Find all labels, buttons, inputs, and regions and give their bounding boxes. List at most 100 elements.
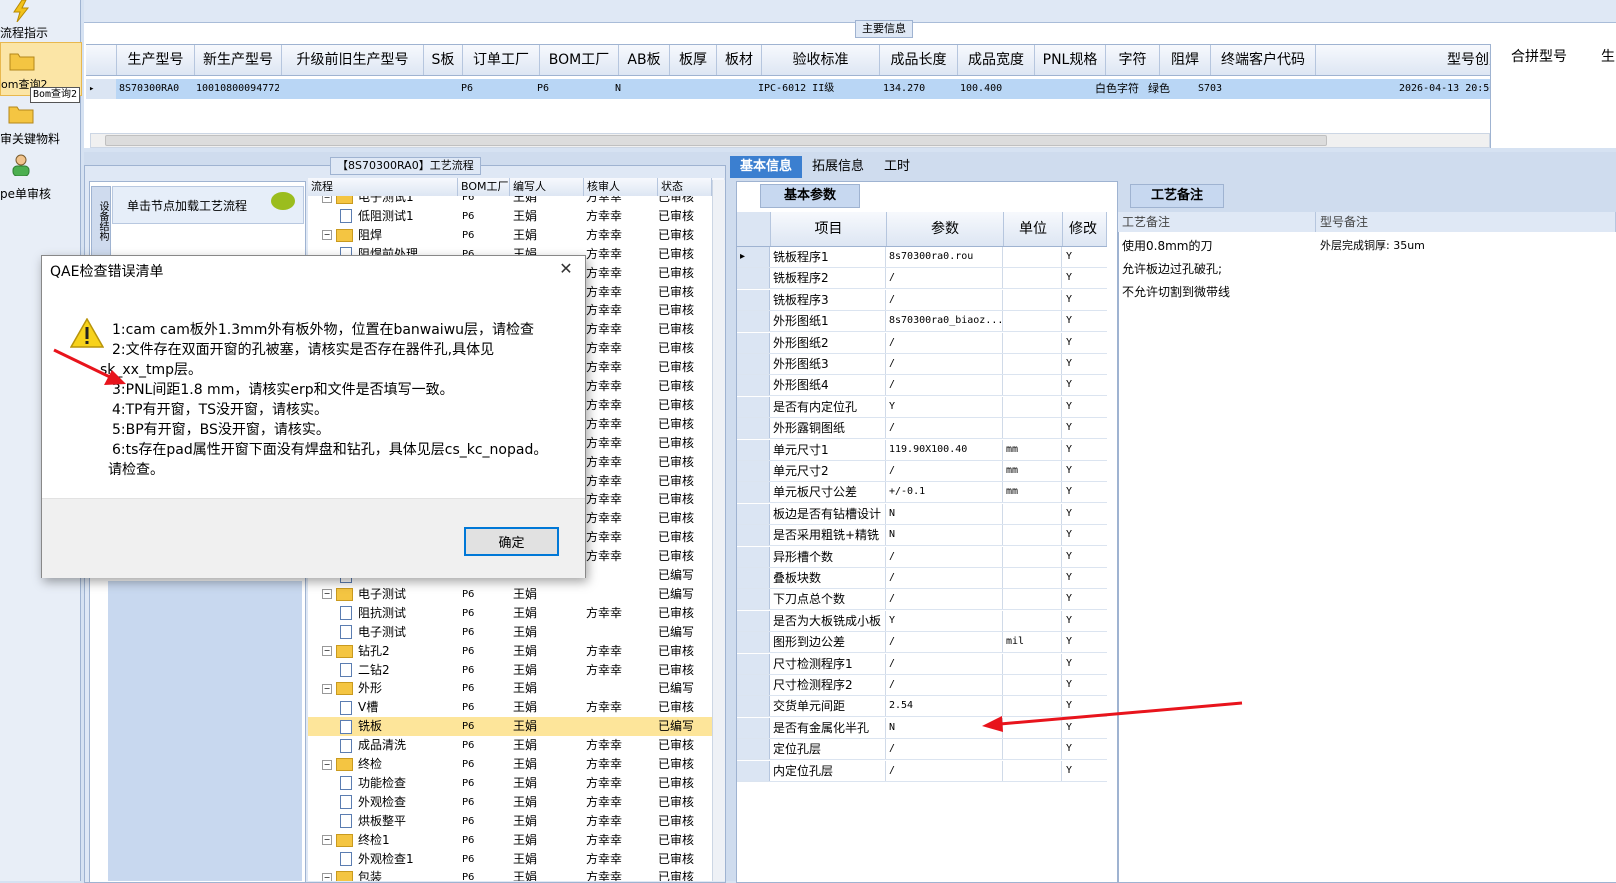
process-name-cell[interactable]: 成品清洗 xyxy=(340,736,406,755)
param-row[interactable]: 定位孔层 / Y xyxy=(737,739,1107,761)
param-modify-cell[interactable]: Y xyxy=(1063,290,1107,310)
param-row[interactable]: 尺寸检测程序2/ Y xyxy=(737,675,1107,696)
param-value-cell[interactable]: 8s70300ra0_biaoz... xyxy=(887,311,1003,332)
param-modify-cell[interactable]: Y xyxy=(1063,525,1107,545)
param-unit-cell[interactable] xyxy=(1004,375,1062,396)
col-header[interactable]: S板 xyxy=(424,45,463,75)
col-header[interactable]: 终端客户代码 xyxy=(1211,45,1316,75)
toolbar-item-flow[interactable]: 流程指示 xyxy=(0,0,80,40)
param-row[interactable]: 板边是否有钻槽设计 N Y xyxy=(737,503,1107,525)
param-value-cell[interactable]: / xyxy=(887,632,1003,653)
process-row[interactable]: 外观检查1 P6 王娟 方幸幸 已审核 xyxy=(308,850,712,869)
main-info-row[interactable]: ▸ 8S70300RA0 10010800094772 P6 P6 N IPC-… xyxy=(86,79,1519,99)
col-header[interactable]: 型号备注 xyxy=(1316,212,1616,232)
param-value-cell[interactable]: / xyxy=(887,332,1003,353)
param-unit-cell[interactable] xyxy=(1004,589,1062,610)
param-row[interactable]: 是否为大板铣成小板 Y Y xyxy=(737,610,1107,632)
collapse-icon[interactable]: − xyxy=(322,646,332,657)
param-row[interactable]: 叠板块数 / Y xyxy=(737,568,1107,589)
col-header[interactable]: 生产型号 xyxy=(117,45,195,75)
process-row[interactable]: − 电子测试 P6 王娟 已编写 xyxy=(308,585,712,604)
process-name-cell[interactable]: − 阻焊 xyxy=(322,226,382,245)
param-modify-cell[interactable]: Y xyxy=(1063,739,1107,759)
param-value-cell[interactable]: Y xyxy=(887,396,1003,417)
row-indicator[interactable] xyxy=(737,439,770,460)
scroll-thumb[interactable] xyxy=(105,135,1327,146)
cell[interactable]: 100.400 xyxy=(946,79,1022,99)
col-header[interactable]: BOM工厂 xyxy=(458,178,510,196)
param-modify-cell[interactable]: Y xyxy=(1063,611,1107,631)
col-header[interactable]: AB板 xyxy=(619,45,670,75)
param-value-cell[interactable]: N xyxy=(887,717,1003,738)
row-indicator[interactable] xyxy=(737,589,770,610)
col-header[interactable]: 验收标准 xyxy=(762,45,880,75)
col-header[interactable]: 状态 xyxy=(658,178,712,196)
param-modify-cell[interactable]: Y xyxy=(1063,247,1107,267)
param-unit-cell[interactable]: mm xyxy=(1004,439,1062,460)
process-name-cell[interactable]: 功能检查 xyxy=(340,774,406,793)
param-value-cell[interactable]: / xyxy=(887,289,1003,310)
col-header[interactable]: 板材 xyxy=(717,45,762,75)
param-value-cell[interactable]: 8s70300ra0.rou xyxy=(887,247,1003,267)
param-unit-cell[interactable] xyxy=(1004,354,1062,374)
param-unit-cell[interactable] xyxy=(1004,653,1062,674)
col-header[interactable]: PNL规格 xyxy=(1035,45,1106,75)
row-indicator[interactable] xyxy=(737,525,770,546)
param-modify-cell[interactable]: Y xyxy=(1063,482,1107,502)
param-row[interactable]: 是否采用粗铣+精铣 N Y xyxy=(737,525,1107,547)
param-value-cell[interactable]: / xyxy=(887,739,1003,760)
param-modify-cell[interactable]: Y xyxy=(1063,311,1107,331)
param-unit-cell[interactable] xyxy=(1004,610,1062,631)
row-indicator[interactable] xyxy=(737,332,770,353)
param-row[interactable]: 下刀点总个数 / Y xyxy=(737,589,1107,611)
param-row[interactable]: 异形槽个数 / Y xyxy=(737,546,1107,568)
col-header[interactable]: 成品宽度 xyxy=(958,45,1035,75)
param-unit-cell[interactable] xyxy=(1004,739,1062,760)
param-value-cell[interactable]: / xyxy=(887,546,1003,567)
param-unit-cell[interactable] xyxy=(1004,311,1062,332)
param-modify-cell[interactable]: Y xyxy=(1063,589,1107,609)
collapse-icon[interactable]: − xyxy=(322,196,332,203)
param-row[interactable]: 尺寸检测程序1/ Y xyxy=(737,653,1107,675)
col-header[interactable]: 板厚 xyxy=(670,45,717,75)
param-unit-cell[interactable]: mm xyxy=(1004,461,1062,481)
param-value-cell[interactable]: / xyxy=(887,653,1003,674)
cell[interactable]: S703 xyxy=(1195,79,1299,99)
process-name-cell[interactable]: − 包装 xyxy=(322,868,382,881)
horizontal-scrollbar[interactable] xyxy=(90,133,1490,148)
side-tab[interactable]: 设备结构 xyxy=(91,186,111,256)
row-selector-icon[interactable]: ▸ xyxy=(86,79,116,99)
row-indicator[interactable] xyxy=(737,610,770,631)
process-name-cell[interactable]: − 外形 xyxy=(322,679,382,698)
collapse-icon[interactable]: − xyxy=(322,230,332,241)
col-header[interactable]: 核审人 xyxy=(584,178,658,196)
param-modify-cell[interactable]: Y xyxy=(1063,461,1107,481)
process-name-cell[interactable]: 电子测试 xyxy=(340,623,406,642)
param-modify-cell[interactable]: Y xyxy=(1063,397,1107,417)
param-row[interactable]: 外形图纸2/ Y xyxy=(737,332,1107,354)
row-indicator[interactable] xyxy=(737,546,770,567)
row-indicator[interactable] xyxy=(737,696,770,717)
param-value-cell[interactable]: N xyxy=(887,503,1003,524)
cell[interactable]: IPC-6012 II级 xyxy=(752,79,869,99)
row-indicator[interactable]: ▸ xyxy=(737,247,770,267)
process-name-cell[interactable]: 低阻测试1 xyxy=(340,207,414,226)
process-row[interactable]: − 阻焊 P6 王娟 方幸幸 已审核 xyxy=(308,226,712,245)
param-unit-cell[interactable] xyxy=(1004,717,1062,738)
param-row[interactable]: 外形图纸1 8s70300ra0_biaoz... Y xyxy=(737,311,1107,333)
param-modify-cell[interactable]: Y xyxy=(1063,761,1107,781)
param-value-cell[interactable]: 2.54 xyxy=(887,696,1003,717)
param-unit-cell[interactable] xyxy=(1004,289,1062,310)
cell[interactable]: 10010800094772 xyxy=(193,79,279,99)
param-row[interactable]: 单元尺寸2/mm Y xyxy=(737,461,1107,482)
param-row[interactable]: 单元板尺寸公差 +/-0.1 mm Y xyxy=(737,482,1107,504)
col-header[interactable]: 工艺备注 xyxy=(1118,212,1316,232)
param-row[interactable]: 铣板程序2/ Y xyxy=(737,268,1107,290)
merge-col-header[interactable]: 合拼型号 xyxy=(1511,44,1567,70)
process-row[interactable]: 低阻测试1 P6 王娟 方幸幸 已审核 xyxy=(308,207,712,226)
row-indicator[interactable] xyxy=(737,568,770,588)
col-header[interactable]: 编写人 xyxy=(510,178,584,196)
param-modify-cell[interactable]: Y xyxy=(1063,440,1107,460)
param-row[interactable]: 铣板程序3/ Y xyxy=(737,289,1107,311)
param-unit-cell[interactable] xyxy=(1004,546,1062,567)
